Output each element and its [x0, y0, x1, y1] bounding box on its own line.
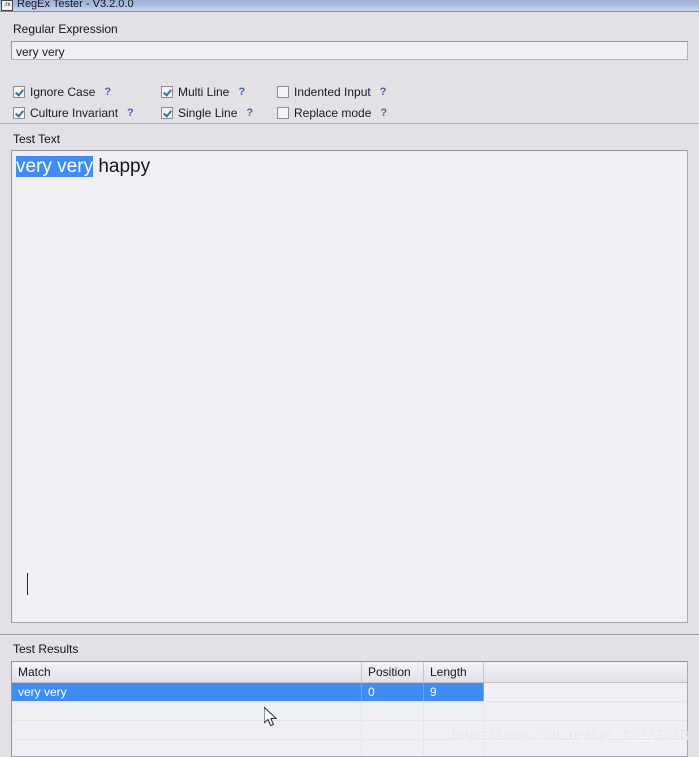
option-indented-input[interactable]: Indented Input ?	[277, 83, 386, 101]
option-single-line[interactable]: Single Line ?	[161, 104, 253, 122]
help-icon-indented-input[interactable]: ?	[380, 86, 387, 99]
checkbox-culture-invariant[interactable]	[13, 107, 25, 119]
cell-filler	[484, 702, 687, 720]
help-icon-single-line[interactable]: ?	[246, 107, 253, 120]
test-text-panel: Test Text very very happy	[0, 123, 699, 632]
cell-position	[362, 702, 424, 720]
checkbox-single-line[interactable]	[161, 107, 173, 119]
cell-match	[12, 702, 362, 720]
rx-icon: .rx	[1, 0, 13, 11]
option-label-single-line: Single Line	[178, 105, 238, 120]
table-row[interactable]	[12, 740, 687, 756]
checkbox-multi-line[interactable]	[161, 86, 173, 98]
cell-match: very very	[12, 683, 362, 701]
cell-filler	[484, 740, 687, 756]
regular-expression-label: Regular Expression	[13, 22, 118, 36]
cell-filler	[484, 721, 687, 739]
cell-position	[362, 740, 424, 756]
option-label-culture-invariant: Culture Invariant	[30, 105, 119, 120]
cell-length	[424, 702, 484, 720]
option-replace-mode[interactable]: Replace mode ?	[277, 104, 387, 122]
option-ignore-case[interactable]: Ignore Case ?	[13, 83, 111, 101]
cell-length	[424, 721, 484, 739]
help-icon-multi-line[interactable]: ?	[238, 86, 245, 99]
table-header-row: Match Position Length	[12, 662, 687, 683]
checkbox-replace-mode[interactable]	[277, 107, 289, 119]
column-header-match[interactable]: Match	[12, 662, 362, 682]
option-label-ignore-case: Ignore Case	[30, 84, 96, 99]
test-results-grid[interactable]: Match Position Length very very 0 9	[11, 661, 688, 757]
window-title: RegEx Tester - V3.2.0.0	[17, 0, 134, 10]
text-caret	[27, 573, 28, 595]
cell-length: 9	[424, 683, 484, 701]
help-icon-culture-invariant[interactable]: ?	[127, 107, 134, 120]
option-culture-invariant[interactable]: Culture Invariant ?	[13, 104, 134, 122]
table-row[interactable]	[12, 721, 687, 740]
column-header-position[interactable]: Position	[362, 662, 424, 682]
column-header-length[interactable]: Length	[424, 662, 484, 682]
cell-position	[362, 721, 424, 739]
cell-length	[424, 740, 484, 756]
option-multi-line[interactable]: Multi Line ?	[161, 83, 245, 101]
checkbox-ignore-case[interactable]	[13, 86, 25, 98]
window-titlebar: .rx RegEx Tester - V3.2.0.0	[0, 0, 699, 12]
help-icon-ignore-case[interactable]: ?	[104, 86, 111, 99]
test-results-panel: Test Results Match Position Length very …	[0, 634, 699, 757]
test-text-input[interactable]: very very happy	[11, 150, 688, 623]
column-header-filler	[484, 662, 687, 682]
cell-match	[12, 721, 362, 739]
test-text-line: very very happy	[16, 154, 683, 180]
option-label-replace-mode: Replace mode	[294, 105, 372, 120]
option-label-indented-input: Indented Input	[294, 84, 371, 99]
test-text-label: Test Text	[13, 132, 61, 146]
checkbox-indented-input[interactable]	[277, 86, 289, 98]
test-results-label: Test Results	[13, 642, 79, 656]
regex-input[interactable]	[11, 41, 688, 60]
cell-filler	[484, 683, 687, 701]
regex-options-panel: Regular Expression Ignore Case ? Multi L…	[0, 13, 699, 122]
test-text-highlight: very very	[16, 156, 94, 177]
test-text-remainder: happy	[93, 156, 151, 177]
cell-position: 0	[362, 683, 424, 701]
help-icon-replace-mode[interactable]: ?	[380, 107, 387, 120]
cell-match	[12, 740, 362, 756]
table-row[interactable]: very very 0 9	[12, 683, 687, 702]
table-row[interactable]	[12, 702, 687, 721]
option-label-multi-line: Multi Line	[178, 84, 230, 99]
